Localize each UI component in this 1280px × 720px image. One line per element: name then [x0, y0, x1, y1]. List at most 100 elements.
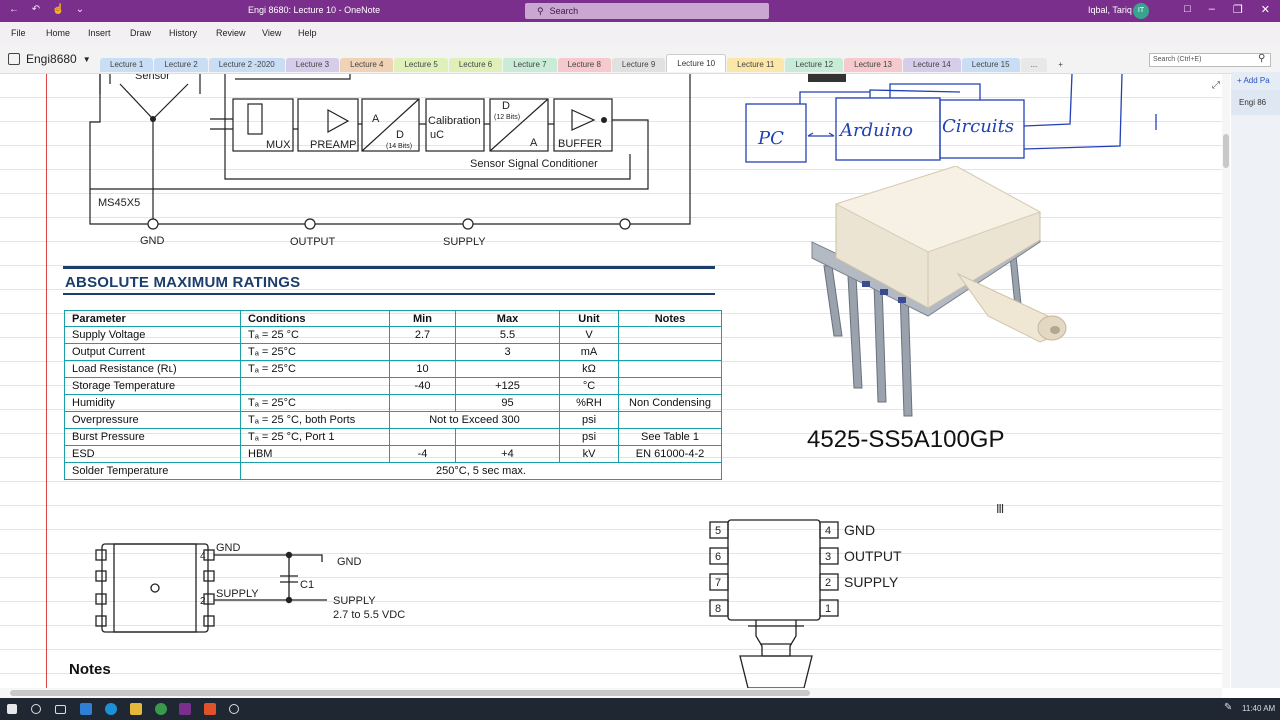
cell: 10 [389, 360, 456, 378]
touch-mode-icon[interactable]: ☝ [52, 4, 64, 16]
menu-file[interactable]: File [11, 28, 26, 38]
tab-lecture-2-2020[interactable]: Lecture 2 -2020 [208, 58, 285, 72]
dac-bits-label: (12 Bits) [494, 114, 520, 121]
close-icon[interactable]: ✕ [1261, 3, 1270, 16]
menu-insert[interactable]: Insert [88, 28, 111, 38]
table-row: Load Resistance (Rʟ) Tₐ = 25°C 10 kΩ [64, 360, 722, 378]
pin-8: 8 [715, 603, 721, 615]
chrome-icon[interactable] [155, 703, 167, 715]
wiring-gnd-pin: GND [216, 542, 241, 554]
capacitor-label: C1 [300, 579, 314, 591]
expand-icon[interactable]: ⤢ [1212, 80, 1220, 91]
search-icon[interactable] [31, 704, 41, 714]
notebook-selector[interactable]: Engi8680 ▼ [8, 52, 91, 66]
menu-review[interactable]: Review [216, 28, 246, 38]
mail-icon[interactable] [80, 703, 92, 715]
settings-icon[interactable] [229, 704, 239, 714]
ribbon-menu: File Home Insert Draw History Review Vie… [0, 22, 1280, 44]
cell: Humidity [64, 394, 241, 412]
tab-lecture-8[interactable]: Lecture 8 [557, 58, 611, 72]
tab-lecture-1[interactable]: Lecture 1 [100, 58, 154, 72]
tab-lecture-9[interactable]: Lecture 9 [611, 58, 666, 72]
display-options-icon[interactable]: □ [1184, 3, 1191, 16]
section-title: ABSOLUTE MAXIMUM RATINGS [65, 274, 301, 291]
vertical-scrollbar[interactable] [1222, 74, 1230, 688]
search-placeholder: Search [549, 6, 579, 16]
cell: psi [559, 411, 619, 429]
back-icon[interactable]: ← [8, 4, 20, 16]
search-icon[interactable]: ⚲ [1258, 53, 1265, 64]
cell: 3 [455, 343, 560, 361]
sensor-photo [811, 166, 1067, 417]
wiring-supply-label: SUPPLY [333, 595, 376, 607]
tab-lecture-11[interactable]: Lecture 11 [727, 58, 785, 72]
menu-help[interactable]: Help [298, 28, 317, 38]
minimize-icon[interactable]: – [1209, 3, 1215, 16]
supply-range-label: 2.7 to 5.5 VDC [333, 609, 405, 621]
cell: Storage Temperature [64, 377, 241, 395]
tab-lecture-3[interactable]: Lecture 3 [285, 58, 340, 72]
wiring-supply-pin: SUPPLY [216, 588, 259, 600]
pin-output-label: OUTPUT [290, 236, 336, 248]
onenote-icon[interactable] [179, 703, 191, 715]
user-name[interactable]: Iqbal, Tariq [1088, 5, 1132, 15]
preamp-label: PREAMP [310, 139, 356, 151]
tab-lecture-5[interactable]: Lecture 5 [394, 58, 448, 72]
pin-2: 2 [825, 577, 831, 589]
app-icon[interactable] [204, 703, 216, 715]
add-section-button[interactable]: + [1048, 58, 1073, 72]
tab-lecture-13[interactable]: Lecture 13 [844, 58, 902, 72]
more-sections-button[interactable]: ... [1020, 58, 1048, 72]
menu-home[interactable]: Home [46, 28, 70, 38]
tab-lecture-12[interactable]: Lecture 12 [785, 58, 844, 72]
notes-heading: Notes [69, 661, 111, 678]
scroll-thumb[interactable] [1223, 134, 1229, 168]
restore-icon[interactable]: ❐ [1233, 3, 1243, 16]
table-row: Output Current Tₐ = 25°C 3 mA [64, 343, 722, 361]
add-page-label: Add Pa [1243, 76, 1270, 85]
task-view-icon[interactable] [55, 705, 66, 714]
handwritten-sketch: PC Arduino Circuits [745, 74, 1157, 163]
table-row: Solder Temperature 250°C, 5 sec max. [64, 462, 722, 480]
cell [240, 377, 390, 395]
page-item[interactable]: Engi 86 [1231, 90, 1280, 115]
add-page-button[interactable]: + Add Pa [1231, 72, 1280, 90]
pin-5: 5 [715, 525, 721, 537]
sketch-circuits-label: Circuits [942, 116, 1014, 137]
tab-lecture-6[interactable]: Lecture 6 [448, 58, 503, 72]
cell: Tₐ = 25 °C, both Ports [240, 411, 390, 429]
cell: mA [559, 343, 619, 361]
tab-lecture-7[interactable]: Lecture 7 [503, 58, 557, 72]
margin-line [46, 74, 47, 688]
file-explorer-icon[interactable] [130, 703, 142, 715]
edge-icon[interactable] [105, 703, 117, 715]
cell: Non Condensing [618, 394, 722, 412]
horizontal-scrollbar[interactable] [0, 688, 1222, 698]
chip-label: MS45X5 [98, 197, 140, 209]
title-bar: ← ↶ ☝ ⌄ Engi 8680: Lecture 10 - OneNote … [0, 0, 1280, 22]
search-box[interactable]: ⚲ Search [525, 3, 769, 19]
cell: %RH [559, 394, 619, 412]
avatar[interactable]: IT [1133, 3, 1149, 19]
page-search-input[interactable]: Search (Ctrl+E) [1149, 53, 1271, 67]
customize-icon[interactable]: ⌄ [74, 4, 86, 16]
pin-gnd-label: GND [140, 235, 165, 247]
tab-lecture-2[interactable]: Lecture 2 [154, 58, 208, 72]
scroll-thumb[interactable] [10, 690, 810, 696]
pen-icon[interactable]: ✎ [1224, 702, 1236, 714]
menu-view[interactable]: View [262, 28, 281, 38]
undo-icon[interactable]: ↶ [30, 4, 42, 16]
menu-draw[interactable]: Draw [130, 28, 151, 38]
tab-lecture-14[interactable]: Lecture 14 [902, 58, 961, 72]
tab-lecture-15[interactable]: Lecture 15 [961, 58, 1020, 72]
tab-lecture-4[interactable]: Lecture 4 [340, 58, 394, 72]
section-bar: Engi8680 ▼ Lecture 1 Lecture 2 Lecture 2 -… [0, 44, 1280, 74]
menu-history[interactable]: History [169, 28, 197, 38]
mux-label: MUX [266, 139, 291, 151]
col-notes: Notes [618, 310, 722, 327]
windows-start-icon[interactable] [7, 704, 17, 714]
cell: EN 61000-4-2 [618, 445, 722, 463]
tab-lecture-10[interactable]: Lecture 10 [666, 54, 727, 72]
pin-3: 3 [825, 551, 831, 563]
sketch-pc-label: PC [757, 128, 784, 149]
